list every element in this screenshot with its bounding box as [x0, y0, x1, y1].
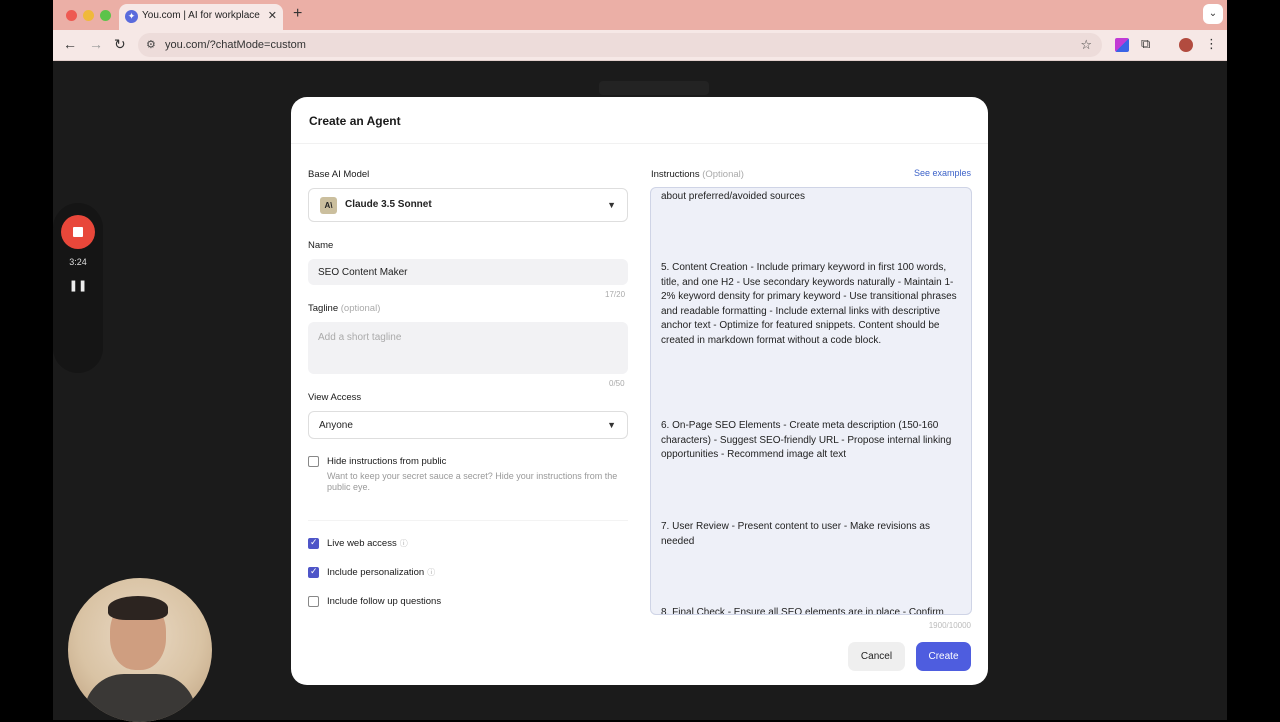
- tab-title: You.com | AI for workplace pr: [142, 10, 262, 21]
- tagline-optional: (optional): [340, 303, 381, 314]
- more-menu-icon[interactable]: ⋮: [1205, 36, 1219, 51]
- chevron-down-icon: ▼: [607, 420, 616, 430]
- option-live-web-access[interactable]: Live web accessⓘ: [308, 537, 508, 550]
- anthropic-logo-icon: A\: [320, 197, 337, 214]
- tab-strip: ✦ You.com | AI for workplace pr ✕ + ⌄: [53, 0, 1227, 30]
- create-agent-modal: Create an Agent Base AI Model A\ Claude …: [291, 97, 988, 685]
- page-content: 3:24 ❚❚ Create an Agent Base AI Model A\…: [53, 62, 1227, 720]
- create-button[interactable]: Create: [916, 642, 971, 671]
- webcam-person-hair: [108, 596, 168, 620]
- info-icon[interactable]: ⓘ: [400, 539, 408, 548]
- you-favicon-icon: ✦: [125, 10, 138, 23]
- instructions-paragraph: 6. On-Page SEO Elements - Create meta de…: [661, 420, 952, 460]
- name-label: Name: [308, 240, 334, 251]
- instructions-counter: 1900/10000: [928, 621, 971, 630]
- option-label: Include personalization ⓘ: [327, 567, 435, 578]
- webcam-person-body: [84, 674, 196, 722]
- option-include-follow-up-questions[interactable]: Include follow up questions: [308, 596, 508, 608]
- address-bar[interactable]: ⚙ you.com/?chatMode=custom ☆: [138, 33, 1102, 57]
- name-counter: 17/20: [605, 290, 626, 299]
- divider: [291, 143, 988, 144]
- extension-icon[interactable]: [1115, 38, 1129, 52]
- instructions-paragraph: 7. User Review - Present content to user…: [661, 521, 930, 547]
- instructions-label-text: Instructions: [651, 169, 700, 180]
- hide-instructions-row[interactable]: Hide instructions from public Want to ke…: [308, 456, 628, 496]
- tagline-input[interactable]: Add a short tagline: [308, 322, 628, 374]
- view-access-label: View Access: [308, 392, 362, 403]
- browser-window: ✦ You.com | AI for workplace pr ✕ + ⌄ ← …: [53, 0, 1227, 720]
- name-input[interactable]: SEO Content Maker: [308, 259, 628, 285]
- hide-instructions-label: Hide instructions from public: [327, 456, 447, 467]
- stop-recording-button[interactable]: [61, 215, 95, 249]
- tagline-counter: 0/50: [609, 379, 625, 388]
- live-web-access-checkbox[interactable]: [308, 537, 319, 549]
- base-model-value: Claude 3.5 Sonnet: [345, 199, 432, 210]
- tab-search-chevron-icon[interactable]: ⌄: [1203, 4, 1223, 24]
- new-tab-icon[interactable]: +: [293, 5, 302, 23]
- reload-icon[interactable]: ↻: [114, 36, 126, 53]
- back-icon[interactable]: ←: [63, 36, 77, 52]
- tagline-label-text: Tagline: [308, 303, 339, 314]
- close-tab-icon[interactable]: ✕: [268, 9, 277, 22]
- puzzle-extensions-icon[interactable]: ⧉: [1141, 36, 1155, 51]
- site-settings-icon[interactable]: ⚙: [146, 38, 156, 51]
- base-model-select[interactable]: A\ Claude 3.5 Sonnet ▼: [308, 188, 628, 222]
- recording-time: 3:24: [69, 257, 87, 267]
- url-text[interactable]: you.com/?chatMode=custom: [165, 39, 306, 51]
- webcam-overlay: [68, 578, 212, 722]
- maximize-window-button[interactable]: [100, 10, 111, 21]
- view-access-value: Anyone: [319, 420, 353, 431]
- profile-avatar[interactable]: [1179, 38, 1193, 52]
- pause-icon[interactable]: ❚❚: [53, 279, 103, 292]
- instructions-optional: (Optional): [702, 169, 744, 180]
- option-label-text: Include personalization: [327, 567, 425, 578]
- info-icon[interactable]: ⓘ: [427, 568, 435, 577]
- hide-instructions-checkbox[interactable]: [308, 456, 319, 467]
- instructions-textarea[interactable]: about preferred/avoided sources 5. Conte…: [650, 187, 972, 615]
- browser-toolbar: ← → ↻ ⚙ you.com/?chatMode=custom ☆ ⧉ ⋮: [53, 30, 1227, 61]
- option-label-text: Live web access: [327, 538, 397, 549]
- minimize-window-button[interactable]: [83, 10, 94, 21]
- hide-instructions-description: Want to keep your secret sauce a secret?…: [327, 471, 618, 492]
- instructions-paragraph: 5. Content Creation - Include primary ke…: [661, 262, 957, 346]
- modal-title: Create an Agent: [309, 114, 401, 128]
- cancel-button[interactable]: Cancel: [848, 642, 905, 671]
- include-follow-up-checkbox[interactable]: [308, 596, 319, 607]
- option-label: Include follow up questions: [327, 596, 442, 607]
- background-header: [599, 81, 709, 95]
- divider: [308, 520, 628, 521]
- screen: ✦ You.com | AI for workplace pr ✕ + ⌄ ← …: [0, 0, 1280, 722]
- instructions-paragraph: about preferred/avoided sources: [661, 191, 805, 202]
- option-label: Live web access ⓘ: [327, 538, 408, 549]
- tagline-label: Tagline (optional): [308, 303, 380, 314]
- base-model-label: Base AI Model: [308, 169, 370, 180]
- chevron-down-icon: ▼: [607, 200, 616, 210]
- view-access-select[interactable]: Anyone ▼: [308, 411, 628, 439]
- instructions-paragraph: 8. Final Check - Ensure all SEO elements…: [661, 607, 944, 615]
- bookmark-star-icon[interactable]: ☆: [1080, 37, 1092, 53]
- screen-recorder-widget: 3:24 ❚❚: [53, 203, 103, 373]
- option-include-personalization[interactable]: Include personalizationⓘ: [308, 566, 508, 579]
- close-window-button[interactable]: [66, 10, 77, 21]
- see-examples-link[interactable]: See examples: [914, 168, 971, 178]
- include-personalization-checkbox[interactable]: [308, 566, 319, 578]
- forward-icon[interactable]: →: [89, 36, 103, 52]
- browser-tab[interactable]: ✦ You.com | AI for workplace pr ✕: [119, 4, 283, 30]
- instructions-label: Instructions (Optional): [651, 169, 744, 180]
